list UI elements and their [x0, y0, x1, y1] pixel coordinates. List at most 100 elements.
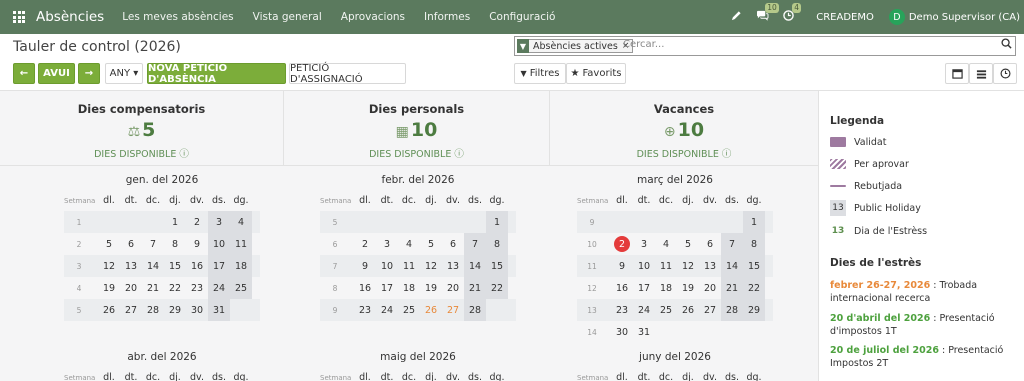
day-cell[interactable]: 6 [120, 233, 142, 255]
day-cell[interactable]: 28 [464, 299, 486, 321]
menu-configuration[interactable]: Configuració [489, 11, 555, 23]
stat-compensatory-days[interactable]: Dies compensatoris ⚖ 5 DIES DISPONIBLE ⓘ [0, 91, 284, 166]
day-cell[interactable]: 15 [743, 255, 765, 277]
day-cell[interactable]: 25 [655, 299, 677, 321]
prev-button[interactable]: ← [13, 63, 35, 84]
day-cell[interactable]: 10 [208, 233, 230, 255]
day-cell[interactable]: 8 [164, 233, 186, 255]
day-cell[interactable]: 2 [354, 233, 376, 255]
day-cell[interactable]: 19 [98, 277, 120, 299]
day-cell[interactable]: 4 [398, 233, 420, 255]
day-cell[interactable]: 9 [611, 255, 633, 277]
day-cell[interactable]: 15 [486, 255, 508, 277]
help-icon[interactable]: ⓘ [179, 149, 189, 160]
list-view-icon[interactable] [969, 63, 993, 84]
day-cell[interactable]: 22 [486, 277, 508, 299]
day-cell[interactable]: 15 [164, 255, 186, 277]
day-cell[interactable]: 5 [420, 233, 442, 255]
day-cell[interactable]: 29 [164, 299, 186, 321]
day-cell[interactable]: 29 [743, 299, 765, 321]
day-cell[interactable]: 5 [98, 233, 120, 255]
day-cell[interactable]: 31 [633, 321, 655, 343]
day-cell[interactable]: 25 [230, 277, 252, 299]
day-cell[interactable]: 23 [354, 299, 376, 321]
day-cell[interactable]: 28 [142, 299, 164, 321]
day-cell[interactable]: 28 [721, 299, 743, 321]
day-cell[interactable]: 12 [677, 255, 699, 277]
day-cell[interactable]: 16 [611, 277, 633, 299]
day-cell[interactable]: 23 [611, 299, 633, 321]
day-cell[interactable]: 22 [743, 277, 765, 299]
day-cell[interactable]: 22 [164, 277, 186, 299]
day-cell[interactable]: 9 [354, 255, 376, 277]
day-cell[interactable]: 14 [464, 255, 486, 277]
company-switcher[interactable]: CREADEMO [816, 12, 874, 23]
clock-icon[interactable]: 4 [783, 3, 802, 24]
day-cell[interactable]: 20 [120, 277, 142, 299]
filters-button[interactable]: ▼ Filtres [514, 63, 566, 84]
stress-day-item[interactable]: 20 d'abril del 2026 : Presentació d'impo… [830, 312, 1020, 338]
day-cell[interactable]: 25 [398, 299, 420, 321]
chat-icon[interactable]: 10 [756, 3, 779, 24]
day-cell[interactable]: 10 [376, 255, 398, 277]
day-cell[interactable]: 7 [721, 233, 743, 255]
day-cell[interactable]: 18 [655, 277, 677, 299]
day-cell[interactable]: 4 [230, 211, 252, 233]
year-dropdown[interactable]: ANY ▾ [105, 63, 143, 84]
day-cell[interactable]: 11 [398, 255, 420, 277]
day-cell[interactable]: 1 [164, 211, 186, 233]
day-cell[interactable]: 2 [611, 233, 633, 255]
apps-grid-icon[interactable] [8, 0, 30, 34]
day-cell[interactable]: 23 [186, 277, 208, 299]
avatar[interactable]: D [888, 9, 905, 25]
day-cell[interactable]: 3 [376, 233, 398, 255]
day-cell[interactable]: 17 [208, 255, 230, 277]
app-name[interactable]: Absències [36, 9, 104, 25]
day-cell[interactable]: 19 [420, 277, 442, 299]
next-button[interactable]: → [78, 63, 100, 84]
menu-overview[interactable]: Vista general [253, 11, 322, 23]
day-cell[interactable]: 14 [142, 255, 164, 277]
day-cell[interactable]: 21 [721, 277, 743, 299]
activity-view-icon[interactable] [993, 63, 1017, 84]
day-cell[interactable]: 9 [186, 233, 208, 255]
day-cell[interactable]: 16 [186, 255, 208, 277]
day-cell[interactable]: 20 [699, 277, 721, 299]
pencil-icon[interactable] [731, 10, 742, 24]
day-cell[interactable]: 30 [611, 321, 633, 343]
day-cell[interactable]: 12 [98, 255, 120, 277]
day-cell[interactable]: 8 [743, 233, 765, 255]
help-icon[interactable]: ⓘ [722, 149, 732, 160]
stat-personal-days[interactable]: Dies personals ▦ 10 DIES DISPONIBLE ⓘ [284, 91, 550, 166]
day-cell[interactable]: 26 [98, 299, 120, 321]
day-cell[interactable]: 18 [398, 277, 420, 299]
day-cell[interactable]: 12 [420, 255, 442, 277]
day-cell[interactable]: 4 [655, 233, 677, 255]
day-cell[interactable]: 17 [633, 277, 655, 299]
day-cell[interactable]: 11 [230, 233, 252, 255]
day-cell[interactable]: 7 [464, 233, 486, 255]
day-cell[interactable]: 17 [376, 277, 398, 299]
menu-approvals[interactable]: Aprovacions [341, 11, 405, 23]
day-cell[interactable]: 8 [486, 233, 508, 255]
day-cell[interactable]: 27 [120, 299, 142, 321]
search-facet[interactable]: ▼ Absències actives × [517, 39, 634, 53]
allocation-request-button[interactable]: PETICIÓ D'ASSIGNACIÓ [289, 63, 406, 85]
day-cell[interactable]: 27 [699, 299, 721, 321]
stress-day-item[interactable]: febrer 26-27, 2026 : Trobada internacion… [830, 279, 1020, 305]
menu-my-leaves[interactable]: Les meves absències [122, 11, 233, 23]
search-icon[interactable] [1001, 38, 1012, 52]
day-cell[interactable]: 11 [655, 255, 677, 277]
day-cell[interactable]: 31 [208, 299, 230, 321]
day-cell[interactable]: 26 [420, 299, 442, 321]
search-bar[interactable]: ▼ Absències actives × Cercar... [514, 36, 1016, 56]
stress-day-item[interactable]: 20 de juliol del 2026 : Presentació Impo… [830, 344, 1020, 370]
day-cell[interactable]: 5 [677, 233, 699, 255]
day-cell[interactable]: 19 [677, 277, 699, 299]
day-cell[interactable]: 13 [120, 255, 142, 277]
day-cell[interactable]: 6 [699, 233, 721, 255]
day-cell[interactable]: 18 [230, 255, 252, 277]
stat-vacation[interactable]: Vacances ⊕ 10 DIES DISPONIBLE ⓘ [550, 91, 818, 166]
today-button[interactable]: AVUI [38, 63, 75, 84]
day-cell[interactable]: 16 [354, 277, 376, 299]
